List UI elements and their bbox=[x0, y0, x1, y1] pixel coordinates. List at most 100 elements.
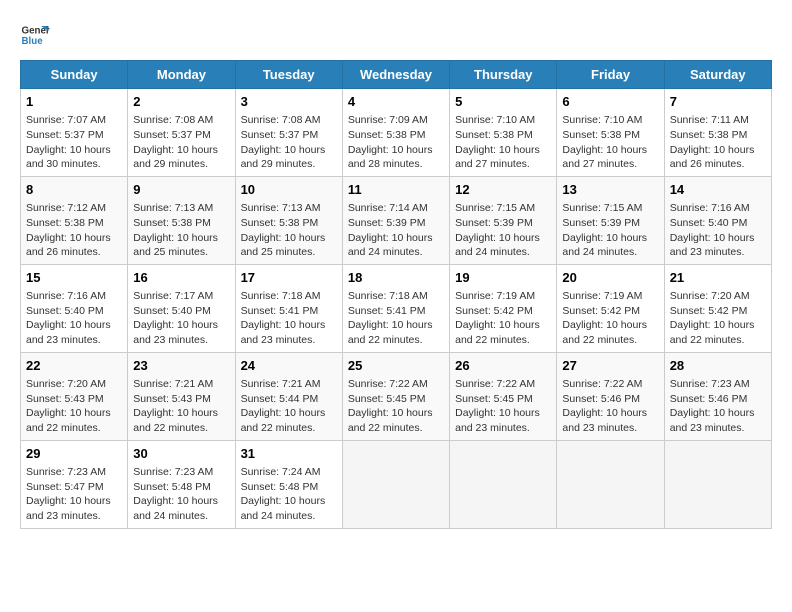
day-number: 4 bbox=[348, 93, 444, 111]
calendar-cell: 16 Sunrise: 7:17 AMSunset: 5:40 PMDaylig… bbox=[128, 264, 235, 352]
calendar-cell: 11 Sunrise: 7:14 AMSunset: 5:39 PMDaylig… bbox=[342, 176, 449, 264]
day-number: 7 bbox=[670, 93, 766, 111]
logo: General Blue bbox=[20, 20, 50, 50]
day-number: 20 bbox=[562, 269, 658, 287]
calendar-table: SundayMondayTuesdayWednesdayThursdayFrid… bbox=[20, 60, 772, 529]
day-info: Sunrise: 7:08 AMSunset: 5:37 PMDaylight:… bbox=[133, 114, 218, 170]
calendar-cell: 20 Sunrise: 7:19 AMSunset: 5:42 PMDaylig… bbox=[557, 264, 664, 352]
calendar-cell bbox=[664, 440, 771, 528]
day-number: 28 bbox=[670, 357, 766, 375]
calendar-cell: 12 Sunrise: 7:15 AMSunset: 5:39 PMDaylig… bbox=[450, 176, 557, 264]
calendar-cell: 29 Sunrise: 7:23 AMSunset: 5:47 PMDaylig… bbox=[21, 440, 128, 528]
day-info: Sunrise: 7:20 AMSunset: 5:42 PMDaylight:… bbox=[670, 290, 755, 346]
day-info: Sunrise: 7:23 AMSunset: 5:47 PMDaylight:… bbox=[26, 466, 111, 522]
calendar-cell: 23 Sunrise: 7:21 AMSunset: 5:43 PMDaylig… bbox=[128, 352, 235, 440]
day-number: 5 bbox=[455, 93, 551, 111]
weekday-header: Saturday bbox=[664, 61, 771, 89]
day-number: 23 bbox=[133, 357, 229, 375]
day-number: 18 bbox=[348, 269, 444, 287]
calendar-cell: 28 Sunrise: 7:23 AMSunset: 5:46 PMDaylig… bbox=[664, 352, 771, 440]
day-info: Sunrise: 7:12 AMSunset: 5:38 PMDaylight:… bbox=[26, 202, 111, 258]
day-info: Sunrise: 7:18 AMSunset: 5:41 PMDaylight:… bbox=[348, 290, 433, 346]
day-number: 17 bbox=[241, 269, 337, 287]
calendar-cell: 25 Sunrise: 7:22 AMSunset: 5:45 PMDaylig… bbox=[342, 352, 449, 440]
day-info: Sunrise: 7:18 AMSunset: 5:41 PMDaylight:… bbox=[241, 290, 326, 346]
calendar-cell: 6 Sunrise: 7:10 AMSunset: 5:38 PMDayligh… bbox=[557, 89, 664, 177]
svg-text:Blue: Blue bbox=[22, 36, 44, 47]
calendar-cell bbox=[342, 440, 449, 528]
day-number: 27 bbox=[562, 357, 658, 375]
day-info: Sunrise: 7:20 AMSunset: 5:43 PMDaylight:… bbox=[26, 378, 111, 434]
logo-icon: General Blue bbox=[20, 20, 50, 50]
day-number: 14 bbox=[670, 181, 766, 199]
day-info: Sunrise: 7:08 AMSunset: 5:37 PMDaylight:… bbox=[241, 114, 326, 170]
weekday-header: Monday bbox=[128, 61, 235, 89]
day-number: 29 bbox=[26, 445, 122, 463]
day-info: Sunrise: 7:15 AMSunset: 5:39 PMDaylight:… bbox=[562, 202, 647, 258]
day-info: Sunrise: 7:24 AMSunset: 5:48 PMDaylight:… bbox=[241, 466, 326, 522]
day-number: 21 bbox=[670, 269, 766, 287]
day-info: Sunrise: 7:13 AMSunset: 5:38 PMDaylight:… bbox=[133, 202, 218, 258]
day-info: Sunrise: 7:07 AMSunset: 5:37 PMDaylight:… bbox=[26, 114, 111, 170]
day-info: Sunrise: 7:19 AMSunset: 5:42 PMDaylight:… bbox=[562, 290, 647, 346]
day-number: 16 bbox=[133, 269, 229, 287]
day-info: Sunrise: 7:22 AMSunset: 5:45 PMDaylight:… bbox=[348, 378, 433, 434]
day-info: Sunrise: 7:16 AMSunset: 5:40 PMDaylight:… bbox=[670, 202, 755, 258]
day-info: Sunrise: 7:14 AMSunset: 5:39 PMDaylight:… bbox=[348, 202, 433, 258]
calendar-cell: 24 Sunrise: 7:21 AMSunset: 5:44 PMDaylig… bbox=[235, 352, 342, 440]
day-info: Sunrise: 7:13 AMSunset: 5:38 PMDaylight:… bbox=[241, 202, 326, 258]
day-number: 11 bbox=[348, 181, 444, 199]
day-info: Sunrise: 7:10 AMSunset: 5:38 PMDaylight:… bbox=[562, 114, 647, 170]
day-info: Sunrise: 7:22 AMSunset: 5:46 PMDaylight:… bbox=[562, 378, 647, 434]
calendar-cell: 21 Sunrise: 7:20 AMSunset: 5:42 PMDaylig… bbox=[664, 264, 771, 352]
day-info: Sunrise: 7:23 AMSunset: 5:48 PMDaylight:… bbox=[133, 466, 218, 522]
day-info: Sunrise: 7:21 AMSunset: 5:44 PMDaylight:… bbox=[241, 378, 326, 434]
calendar-cell: 26 Sunrise: 7:22 AMSunset: 5:45 PMDaylig… bbox=[450, 352, 557, 440]
calendar-cell: 10 Sunrise: 7:13 AMSunset: 5:38 PMDaylig… bbox=[235, 176, 342, 264]
weekday-header: Sunday bbox=[21, 61, 128, 89]
page-header: General Blue bbox=[20, 20, 772, 50]
day-number: 26 bbox=[455, 357, 551, 375]
weekday-header: Thursday bbox=[450, 61, 557, 89]
day-info: Sunrise: 7:21 AMSunset: 5:43 PMDaylight:… bbox=[133, 378, 218, 434]
calendar-cell: 1 Sunrise: 7:07 AMSunset: 5:37 PMDayligh… bbox=[21, 89, 128, 177]
calendar-cell: 14 Sunrise: 7:16 AMSunset: 5:40 PMDaylig… bbox=[664, 176, 771, 264]
day-number: 9 bbox=[133, 181, 229, 199]
day-number: 12 bbox=[455, 181, 551, 199]
weekday-header: Wednesday bbox=[342, 61, 449, 89]
day-number: 30 bbox=[133, 445, 229, 463]
day-number: 3 bbox=[241, 93, 337, 111]
day-number: 10 bbox=[241, 181, 337, 199]
calendar-cell: 13 Sunrise: 7:15 AMSunset: 5:39 PMDaylig… bbox=[557, 176, 664, 264]
calendar-cell: 19 Sunrise: 7:19 AMSunset: 5:42 PMDaylig… bbox=[450, 264, 557, 352]
calendar-header: SundayMondayTuesdayWednesdayThursdayFrid… bbox=[21, 61, 772, 89]
calendar-cell: 8 Sunrise: 7:12 AMSunset: 5:38 PMDayligh… bbox=[21, 176, 128, 264]
day-number: 25 bbox=[348, 357, 444, 375]
weekday-header: Friday bbox=[557, 61, 664, 89]
calendar-cell: 2 Sunrise: 7:08 AMSunset: 5:37 PMDayligh… bbox=[128, 89, 235, 177]
day-info: Sunrise: 7:19 AMSunset: 5:42 PMDaylight:… bbox=[455, 290, 540, 346]
calendar-cell: 7 Sunrise: 7:11 AMSunset: 5:38 PMDayligh… bbox=[664, 89, 771, 177]
calendar-cell: 31 Sunrise: 7:24 AMSunset: 5:48 PMDaylig… bbox=[235, 440, 342, 528]
day-number: 24 bbox=[241, 357, 337, 375]
day-info: Sunrise: 7:23 AMSunset: 5:46 PMDaylight:… bbox=[670, 378, 755, 434]
day-number: 22 bbox=[26, 357, 122, 375]
calendar-cell: 18 Sunrise: 7:18 AMSunset: 5:41 PMDaylig… bbox=[342, 264, 449, 352]
day-number: 13 bbox=[562, 181, 658, 199]
day-info: Sunrise: 7:17 AMSunset: 5:40 PMDaylight:… bbox=[133, 290, 218, 346]
calendar-cell bbox=[557, 440, 664, 528]
calendar-cell: 27 Sunrise: 7:22 AMSunset: 5:46 PMDaylig… bbox=[557, 352, 664, 440]
day-number: 8 bbox=[26, 181, 122, 199]
day-number: 31 bbox=[241, 445, 337, 463]
calendar-cell: 22 Sunrise: 7:20 AMSunset: 5:43 PMDaylig… bbox=[21, 352, 128, 440]
calendar-cell bbox=[450, 440, 557, 528]
day-info: Sunrise: 7:09 AMSunset: 5:38 PMDaylight:… bbox=[348, 114, 433, 170]
day-number: 19 bbox=[455, 269, 551, 287]
calendar-cell: 4 Sunrise: 7:09 AMSunset: 5:38 PMDayligh… bbox=[342, 89, 449, 177]
calendar-cell: 9 Sunrise: 7:13 AMSunset: 5:38 PMDayligh… bbox=[128, 176, 235, 264]
calendar-cell: 17 Sunrise: 7:18 AMSunset: 5:41 PMDaylig… bbox=[235, 264, 342, 352]
day-info: Sunrise: 7:15 AMSunset: 5:39 PMDaylight:… bbox=[455, 202, 540, 258]
day-number: 6 bbox=[562, 93, 658, 111]
calendar-cell: 30 Sunrise: 7:23 AMSunset: 5:48 PMDaylig… bbox=[128, 440, 235, 528]
day-number: 1 bbox=[26, 93, 122, 111]
